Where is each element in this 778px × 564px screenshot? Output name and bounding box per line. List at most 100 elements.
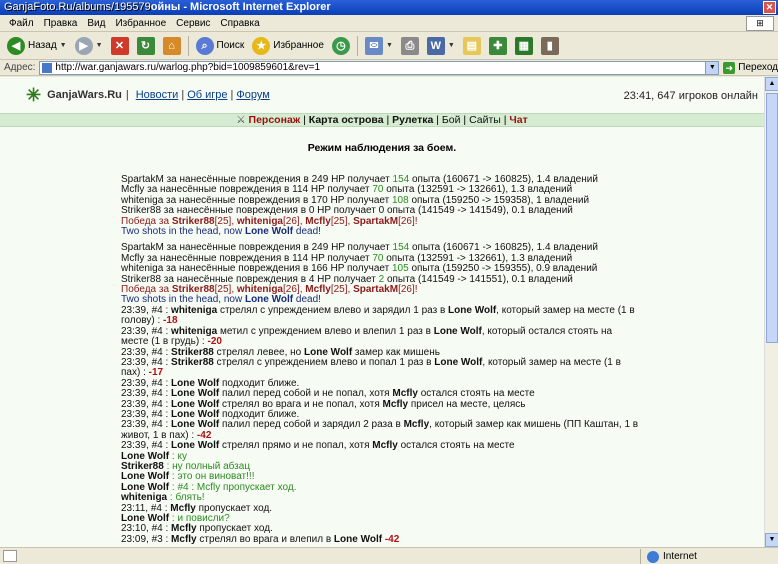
nav-battle[interactable]: Бой — [442, 114, 461, 126]
menu-edit[interactable]: Правка — [39, 18, 83, 29]
back-label: Назад — [28, 40, 57, 51]
printer-icon: ⎙ — [400, 36, 419, 55]
refresh-button[interactable]: ↻ — [133, 34, 159, 58]
note-icon: ▤ — [462, 36, 481, 55]
addon-button[interactable]: ▦ — [511, 34, 537, 58]
window-title: ойны - Microsoft Internet Explorer — [150, 1, 331, 13]
messenger-button[interactable]: ✚ — [485, 34, 511, 58]
menu-file[interactable]: Файл — [4, 18, 39, 29]
leaf-icon: ✳ — [26, 84, 42, 105]
nav-separator: | — [181, 89, 185, 101]
death-line: Two shots in the head, now Lone Wolf dea… — [121, 226, 321, 238]
scroll-down-icon[interactable]: ▼ — [765, 533, 778, 547]
scroll-up-icon[interactable]: ▲ — [765, 77, 778, 91]
star-icon: ★ — [252, 36, 271, 55]
nav-separator: | — [125, 89, 129, 101]
favorites-label: Избранное — [273, 40, 324, 51]
forward-arrow-icon: ▶ — [74, 36, 93, 55]
page-title: Режим наблюдения за боем. — [307, 142, 457, 154]
log-event: 23:09, #3 : Mcfly стрелял во врага и вле… — [121, 533, 400, 545]
home-button[interactable]: ⌂ — [159, 34, 185, 58]
nav-character[interactable]: Персонаж — [249, 114, 301, 126]
go-label: Переход — [738, 62, 778, 73]
log-event: 23:39, #4 : Lone Wolf палил перед собой … — [121, 419, 639, 441]
address-bar: Адрес: http://war.ganjawars.ru/warlog.ph… — [0, 60, 778, 76]
sword-icon: ⚔ — [236, 114, 246, 126]
zone-label: Internet — [663, 551, 697, 562]
site-header: ✳ GanjaWars.Ru | Новости | Об игре | Фор… — [0, 77, 764, 113]
book-icon: ▮ — [540, 36, 559, 55]
page-viewport: ✳ GanjaWars.Ru | Новости | Об игре | Фор… — [0, 77, 764, 547]
puzzle-icon: ✚ — [488, 36, 507, 55]
address-label: Адрес: — [4, 62, 36, 73]
discuss-button[interactable]: ▤ — [459, 34, 485, 58]
globe-icon — [647, 550, 659, 563]
chevron-down-icon[interactable]: ▼ — [96, 42, 103, 49]
toolbar-divider — [356, 35, 358, 56]
log-event: 23:39, #4 : whiteniga стрелял с упрежден… — [121, 304, 635, 327]
close-button[interactable]: ✕ — [763, 1, 776, 14]
address-input[interactable]: http://war.ganjawars.ru/warlog.php?bid=1… — [39, 60, 720, 75]
chevron-down-icon[interactable]: ▼ — [60, 42, 67, 49]
address-url: http://war.ganjawars.ru/warlog.php?bid=1… — [55, 62, 321, 73]
watermark: GanjaFoto.Ru/albums/195579 — [4, 1, 151, 13]
nav-about[interactable]: Об игре — [187, 89, 227, 101]
browser-window: GanjaFoto.Ru/albums/195579ойны - Microso… — [0, 0, 778, 564]
research-button[interactable]: ▮ — [537, 34, 563, 58]
mail-button[interactable]: ✉ ▼ — [361, 34, 397, 58]
page-status-icon — [3, 550, 17, 562]
history-button[interactable]: ◷ — [328, 34, 354, 58]
chevron-down-icon[interactable]: ▼ — [705, 61, 719, 74]
page-icon — [42, 62, 53, 73]
windows-logo-icon: ⊞ — [746, 16, 774, 31]
security-zone: Internet — [640, 549, 776, 564]
nav-roulette[interactable]: Рулетка — [392, 114, 433, 126]
search-label: Поиск — [216, 40, 245, 51]
toolbar: ◀ Назад ▼ ▶ ▼ ✕ ↻ ⌂ ⌕ Поиск ★ Избранное … — [0, 32, 778, 60]
nav-sites[interactable]: Сайты — [469, 114, 501, 126]
menu-favorites[interactable]: Избранное — [110, 18, 171, 29]
nav-news[interactable]: Новости — [136, 89, 179, 101]
nav-separator: | — [230, 89, 234, 101]
log-event: 23:39, #4 : whiteniga метил с упреждение… — [121, 325, 613, 348]
online-status: 23:41, 647 игроков онлайн — [623, 90, 758, 102]
menu-tools[interactable]: Сервис — [171, 18, 215, 29]
home-icon: ⌂ — [162, 36, 181, 55]
battle-log: SpartakM за нанесённые повреждения в 249… — [121, 174, 641, 545]
stop-button[interactable]: ✕ — [107, 34, 133, 58]
word-icon: W — [426, 36, 445, 55]
print-button[interactable]: ⎙ — [397, 34, 423, 58]
title-bar: GanjaFoto.Ru/albums/195579ойны - Microso… — [0, 0, 778, 15]
site-name: GanjaWars.Ru — [47, 89, 122, 101]
history-icon: ◷ — [331, 36, 350, 55]
back-arrow-icon: ◀ — [7, 36, 25, 55]
log-event: 23:39, #4 : Lone Wolf стрелял прямо и не… — [121, 440, 515, 452]
menu-view[interactable]: Вид — [82, 18, 110, 29]
stop-icon: ✕ — [110, 36, 129, 55]
chevron-down-icon[interactable]: ▼ — [448, 42, 455, 49]
search-button[interactable]: ⌕ Поиск — [192, 34, 249, 58]
back-button[interactable]: ◀ Назад ▼ — [3, 34, 71, 58]
favorites-button[interactable]: ★ Избранное — [248, 34, 328, 58]
vertical-scrollbar[interactable]: ▲ ▼ — [764, 77, 778, 547]
mail-icon: ✉ — [364, 36, 383, 55]
search-icon: ⌕ — [195, 36, 214, 55]
refresh-icon: ↻ — [136, 36, 155, 55]
nav-island-map[interactable]: Карта острова — [309, 114, 384, 126]
log-event: 23:39, #4 : Striker88 стрелял с упрежден… — [121, 356, 621, 379]
menu-help[interactable]: Справка — [215, 18, 264, 29]
window-controls: ✕ — [763, 1, 776, 14]
go-arrow-icon: ➜ — [723, 61, 736, 74]
nav-forum[interactable]: Форум — [236, 89, 269, 101]
go-button[interactable]: ➜ Переход — [723, 61, 778, 74]
grid-icon: ▦ — [514, 36, 533, 55]
game-nav: ⚔ Персонаж | Карта острова | Рулетка | Б… — [0, 113, 764, 127]
nav-chat[interactable]: Чат — [509, 114, 527, 126]
edit-button[interactable]: W ▼ — [423, 34, 459, 58]
forward-button[interactable]: ▶ ▼ — [71, 34, 107, 58]
status-bar: Internet — [0, 547, 778, 564]
chevron-down-icon[interactable]: ▼ — [386, 42, 393, 49]
toolbar-divider — [187, 35, 189, 56]
scroll-thumb[interactable] — [766, 93, 778, 343]
menu-bar: Файл Правка Вид Избранное Сервис Справка — [0, 15, 778, 32]
